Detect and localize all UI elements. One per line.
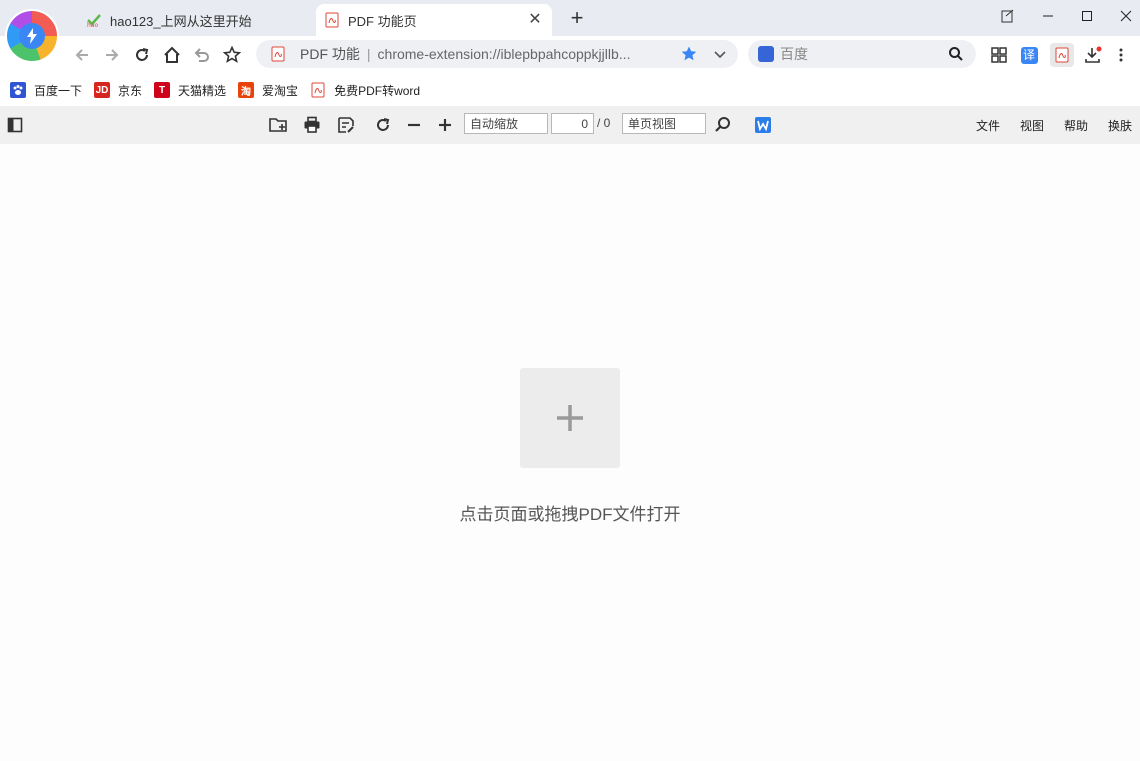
bookmarks-bar: 百度一下 JD 京东 T 天猫精选 淘 爱淘宝 免费PDF转word [0, 74, 1140, 106]
zoom-out-icon[interactable] [403, 114, 425, 136]
undo-close-icon[interactable] [191, 44, 213, 66]
bookmark-label: 天猫精选 [178, 83, 227, 98]
bookmark-label: 免费PDF转word [334, 83, 421, 98]
browser-window: hao hao123_上网从这里开始 PDF 功能页 ✕ + PDF 功能 | … [0, 0, 1140, 761]
minimize-button[interactable] [1036, 6, 1060, 26]
jd-icon: JD [94, 82, 111, 98]
bookmark-baidu[interactable]: 百度一下 [10, 82, 82, 99]
search-box[interactable]: 百度 [748, 40, 976, 68]
pdf-extension-icon[interactable] [1050, 43, 1074, 67]
menu-help[interactable]: 帮助 [1064, 117, 1088, 134]
pdf-drop-area[interactable]: 点击页面或拖拽PDF文件打开 [0, 144, 1140, 761]
open-pdf-button[interactable] [520, 368, 620, 468]
reload-icon[interactable] [131, 44, 153, 66]
pdf-toolbar: 自动缩放 0 / 0 单页视图 文件 视图 帮助 换肤 [0, 106, 1140, 144]
baidu-icon [10, 82, 26, 98]
page-number-input[interactable]: 0 [551, 113, 594, 134]
baidu-icon [758, 46, 774, 62]
home-icon[interactable] [161, 44, 183, 66]
tmall-icon: T [154, 82, 171, 98]
bookmark-label: 百度一下 [34, 83, 83, 98]
menu-skin[interactable]: 换肤 [1108, 117, 1132, 134]
maximize-button[interactable] [1075, 6, 1099, 26]
address-label: PDF 功能 [300, 46, 360, 62]
chevron-down-icon[interactable] [712, 46, 728, 62]
print-icon[interactable] [301, 114, 323, 136]
page-count: / 0 [597, 116, 611, 130]
bookmark-pdf-to-word[interactable]: 免费PDF转word [310, 82, 420, 99]
menu-file[interactable]: 文件 [976, 117, 1000, 134]
lightning-icon [27, 28, 37, 44]
navigation-toolbar: PDF 功能 | chrome-extension://iblepbpahcop… [0, 36, 1140, 74]
svg-text:hao: hao [87, 22, 98, 28]
download-icon[interactable] [1082, 44, 1104, 66]
forward-icon[interactable] [101, 44, 123, 66]
address-separator: | [366, 46, 371, 62]
new-tab-button[interactable]: + [566, 7, 588, 29]
plus-icon [557, 405, 583, 431]
close-window-button[interactable] [1114, 6, 1138, 26]
zoom-select[interactable]: 自动缩放 [464, 113, 548, 134]
search-icon[interactable] [948, 46, 964, 62]
hao123-icon: hao [87, 14, 101, 28]
open-file-icon[interactable] [268, 114, 290, 136]
menu-view[interactable]: 视图 [1020, 117, 1044, 134]
address-url[interactable]: chrome-extension://iblepbpahcoppkjjllb..… [378, 46, 668, 62]
bookmarked-star-icon[interactable] [680, 45, 698, 63]
view-mode-select[interactable]: 单页视图 [622, 113, 706, 134]
pdf-icon [271, 46, 285, 62]
close-tab-icon[interactable]: ✕ [526, 11, 544, 29]
tab-hao123[interactable]: hao hao123_上网从这里开始 [78, 4, 314, 36]
bookmark-label: 京东 [118, 83, 143, 98]
bookmark-jd[interactable]: JD 京东 [94, 82, 142, 99]
tab-pdf[interactable]: PDF 功能页 ✕ [316, 4, 552, 36]
more-menu-icon[interactable] [1110, 44, 1132, 66]
apps-grid-icon[interactable] [988, 44, 1010, 66]
logo-core [19, 23, 45, 49]
wps-icon[interactable] [752, 114, 774, 136]
pdf-icon [311, 82, 325, 98]
tab-title: hao123_上网从这里开始 [110, 13, 252, 29]
search-placeholder: 百度 [780, 46, 808, 62]
tab-title: PDF 功能页 [348, 13, 417, 29]
search-icon[interactable] [712, 114, 734, 136]
zoom-in-icon[interactable] [434, 114, 456, 136]
feedback-icon[interactable] [996, 6, 1020, 26]
back-icon[interactable] [71, 44, 93, 66]
taobao-icon: 淘 [238, 82, 255, 98]
browser-logo[interactable] [7, 11, 57, 61]
tab-strip: hao hao123_上网从这里开始 PDF 功能页 ✕ + [0, 0, 1140, 36]
bookmark-tmall[interactable]: T 天猫精选 [154, 82, 226, 99]
bookmark-label: 爱淘宝 [262, 83, 299, 98]
rotate-icon[interactable] [372, 114, 394, 136]
open-hint-text: 点击页面或拖拽PDF文件打开 [459, 505, 681, 524]
pdf-icon [325, 12, 339, 28]
save-edit-icon[interactable] [335, 114, 357, 136]
address-bar[interactable]: PDF 功能 | chrome-extension://iblepbpahcop… [256, 40, 738, 68]
bookmark-taobao[interactable]: 淘 爱淘宝 [238, 82, 298, 99]
translate-icon[interactable]: 译 [1018, 44, 1040, 66]
favorite-star-icon[interactable] [221, 44, 243, 66]
sidebar-toggle-icon[interactable] [4, 114, 26, 136]
